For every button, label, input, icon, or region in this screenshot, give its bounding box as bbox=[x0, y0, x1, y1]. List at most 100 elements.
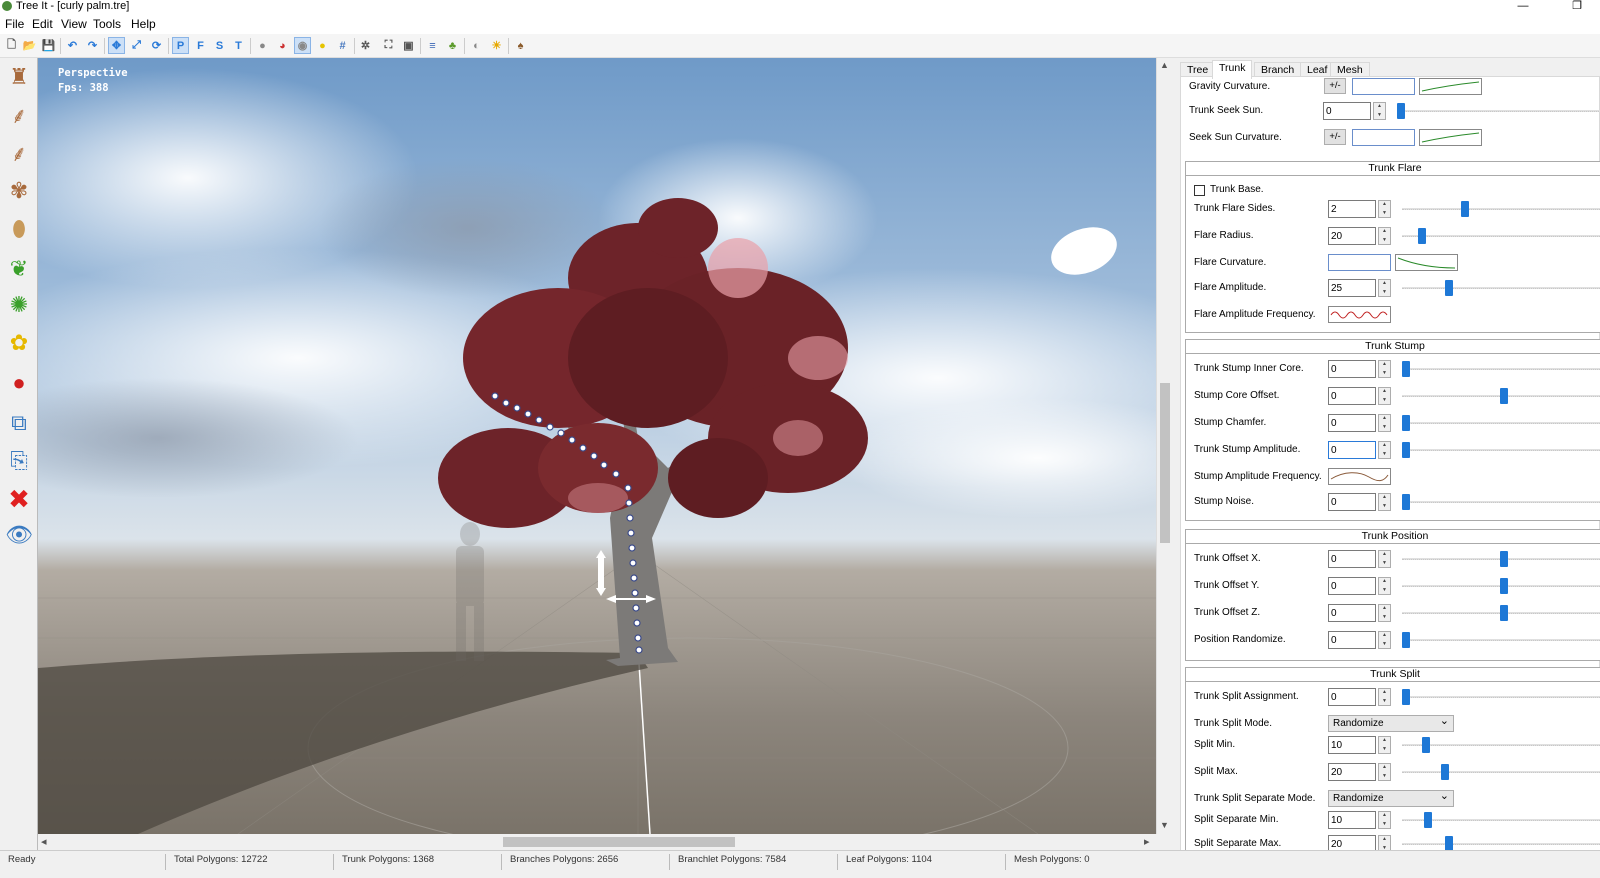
flare-radius-input[interactable]: 20 bbox=[1328, 227, 1376, 245]
split-max-input[interactable]: 20 bbox=[1328, 763, 1376, 781]
3d-viewport[interactable]: Perspective Fps: 388 bbox=[38, 58, 1156, 834]
slider-thumb[interactable] bbox=[1500, 551, 1508, 567]
split-sep-min-slider[interactable] bbox=[1402, 812, 1600, 828]
split-mode-dropdown[interactable]: Randomize bbox=[1328, 714, 1454, 732]
split-min-slider[interactable] bbox=[1402, 737, 1600, 753]
new-file-icon[interactable]: 🗋 bbox=[3, 37, 20, 54]
slider-thumb[interactable] bbox=[1418, 228, 1426, 244]
slider-thumb[interactable] bbox=[1461, 201, 1469, 217]
stump-noise-stepper[interactable] bbox=[1378, 493, 1391, 511]
add-branchlet-icon[interactable]: ⸙ bbox=[4, 138, 34, 168]
horizontal-scrollbar[interactable]: ◂ ▸ bbox=[38, 834, 1156, 850]
gravity-curvature-plusminus-button[interactable]: +/- bbox=[1324, 78, 1346, 94]
minimize-button[interactable]: — bbox=[1500, 0, 1546, 14]
position-randomize-input[interactable]: 0 bbox=[1328, 631, 1376, 649]
slider-thumb[interactable] bbox=[1424, 812, 1432, 828]
restore-button[interactable]: ❐ bbox=[1554, 0, 1600, 14]
offset-x-stepper[interactable] bbox=[1378, 550, 1391, 568]
frame-icon[interactable]: ⛶ bbox=[380, 37, 397, 54]
seek-sun-curvature-curve[interactable] bbox=[1419, 129, 1482, 146]
split-sep-min-stepper[interactable] bbox=[1378, 811, 1391, 829]
stump-amp-freq-wave[interactable] bbox=[1328, 468, 1391, 485]
scroll-left-icon[interactable]: ◂ bbox=[41, 835, 47, 848]
add-leaves-icon[interactable]: ❦ bbox=[4, 254, 34, 284]
gravity-curvature-curve[interactable] bbox=[1419, 78, 1482, 95]
tab-trunk[interactable]: Trunk bbox=[1212, 60, 1253, 79]
screenshot-icon[interactable]: ▣ bbox=[400, 37, 417, 54]
undo-icon[interactable]: ↶ bbox=[64, 37, 81, 54]
fog-icon[interactable]: ◐ bbox=[468, 37, 485, 54]
scale-tool-icon[interactable]: ⤢ bbox=[128, 37, 145, 54]
slider-thumb[interactable] bbox=[1397, 103, 1405, 119]
position-randomize-stepper[interactable] bbox=[1378, 631, 1391, 649]
flare-amplitude-slider[interactable] bbox=[1402, 280, 1600, 296]
tree-preview-icon[interactable]: ♣ bbox=[444, 37, 461, 54]
add-fern-icon[interactable]: ✺ bbox=[4, 290, 34, 320]
flare-radius-stepper[interactable] bbox=[1378, 227, 1391, 245]
light-icon[interactable]: ● bbox=[314, 37, 331, 54]
color-shading-icon[interactable]: ◕ bbox=[274, 37, 291, 54]
vertical-scroll-thumb[interactable] bbox=[1160, 383, 1170, 543]
stump-amplitude-slider[interactable] bbox=[1402, 442, 1600, 458]
menu-edit[interactable]: Edit bbox=[32, 17, 53, 31]
slider-thumb[interactable] bbox=[1422, 737, 1430, 753]
offset-z-stepper[interactable] bbox=[1378, 604, 1391, 622]
redo-icon[interactable]: ↷ bbox=[84, 37, 101, 54]
slider-thumb[interactable] bbox=[1441, 764, 1449, 780]
delete-icon[interactable]: ✖ bbox=[4, 484, 34, 514]
stump-inner-core-input[interactable]: 0 bbox=[1328, 360, 1376, 378]
split-assignment-input[interactable]: 0 bbox=[1328, 688, 1376, 706]
wind-icon[interactable]: ✲ bbox=[357, 37, 374, 54]
trunk-seek-sun-stepper[interactable] bbox=[1373, 102, 1386, 120]
slider-thumb[interactable] bbox=[1402, 361, 1410, 377]
tree-export-icon[interactable]: ♠ bbox=[512, 37, 529, 54]
visibility-eye-icon[interactable]: 👁 bbox=[4, 520, 34, 550]
flare-amp-freq-wave[interactable] bbox=[1328, 306, 1391, 323]
add-trunk-icon[interactable]: ♜ bbox=[4, 62, 34, 92]
slider-thumb[interactable] bbox=[1402, 494, 1410, 510]
flare-radius-slider[interactable] bbox=[1402, 228, 1600, 244]
offset-y-input[interactable]: 0 bbox=[1328, 577, 1376, 595]
split-sep-mode-dropdown[interactable]: Randomize bbox=[1328, 789, 1454, 807]
open-folder-icon[interactable]: 📂 bbox=[21, 37, 38, 54]
settings-sliders-icon[interactable]: ≡ bbox=[424, 37, 441, 54]
flare-curvature-range[interactable] bbox=[1328, 254, 1391, 271]
split-min-stepper[interactable] bbox=[1378, 736, 1391, 754]
sphere-shading-icon[interactable]: ● bbox=[254, 37, 271, 54]
menu-tools[interactable]: Tools bbox=[93, 17, 121, 31]
textured-shading-icon[interactable]: ◉ bbox=[294, 37, 311, 54]
gravity-curvature-range[interactable] bbox=[1352, 78, 1415, 95]
slider-thumb[interactable] bbox=[1445, 280, 1453, 296]
stump-noise-input[interactable]: 0 bbox=[1328, 493, 1376, 511]
stump-chamfer-stepper[interactable] bbox=[1378, 414, 1391, 432]
flare-sides-stepper[interactable] bbox=[1378, 200, 1391, 218]
add-stump-icon[interactable]: ⬮ bbox=[4, 214, 34, 244]
split-max-slider[interactable] bbox=[1402, 764, 1600, 780]
grid-icon[interactable]: # bbox=[334, 37, 351, 54]
menu-view[interactable]: View bbox=[61, 17, 87, 31]
offset-x-slider[interactable] bbox=[1402, 551, 1600, 567]
seek-sun-curvature-range[interactable] bbox=[1352, 129, 1415, 146]
slider-thumb[interactable] bbox=[1500, 578, 1508, 594]
add-branch-icon[interactable]: ⸙ bbox=[4, 100, 34, 130]
horizontal-scroll-thumb[interactable] bbox=[503, 837, 735, 847]
trunk-seek-sun-slider[interactable] bbox=[1397, 103, 1600, 119]
flare-amplitude-stepper[interactable] bbox=[1378, 279, 1391, 297]
view-front-button[interactable]: F bbox=[192, 37, 209, 54]
view-perspective-button[interactable]: P bbox=[172, 37, 189, 54]
stump-core-offset-slider[interactable] bbox=[1402, 388, 1600, 404]
position-randomize-slider[interactable] bbox=[1402, 632, 1600, 648]
stump-inner-core-stepper[interactable] bbox=[1378, 360, 1391, 378]
add-flower-icon[interactable]: ✿ bbox=[4, 328, 34, 358]
menu-file[interactable]: File bbox=[5, 17, 24, 31]
flare-sides-input[interactable]: 2 bbox=[1328, 200, 1376, 218]
scroll-down-icon[interactable]: ▼ bbox=[1160, 820, 1169, 830]
slider-thumb[interactable] bbox=[1402, 689, 1410, 705]
stump-amplitude-stepper[interactable] bbox=[1378, 441, 1391, 459]
offset-x-input[interactable]: 0 bbox=[1328, 550, 1376, 568]
scroll-up-icon[interactable]: ▲ bbox=[1160, 60, 1169, 70]
add-fruit-icon[interactable]: ● bbox=[4, 368, 34, 398]
slider-thumb[interactable] bbox=[1402, 442, 1410, 458]
trunk-base-checkbox[interactable] bbox=[1194, 185, 1205, 196]
offset-z-input[interactable]: 0 bbox=[1328, 604, 1376, 622]
